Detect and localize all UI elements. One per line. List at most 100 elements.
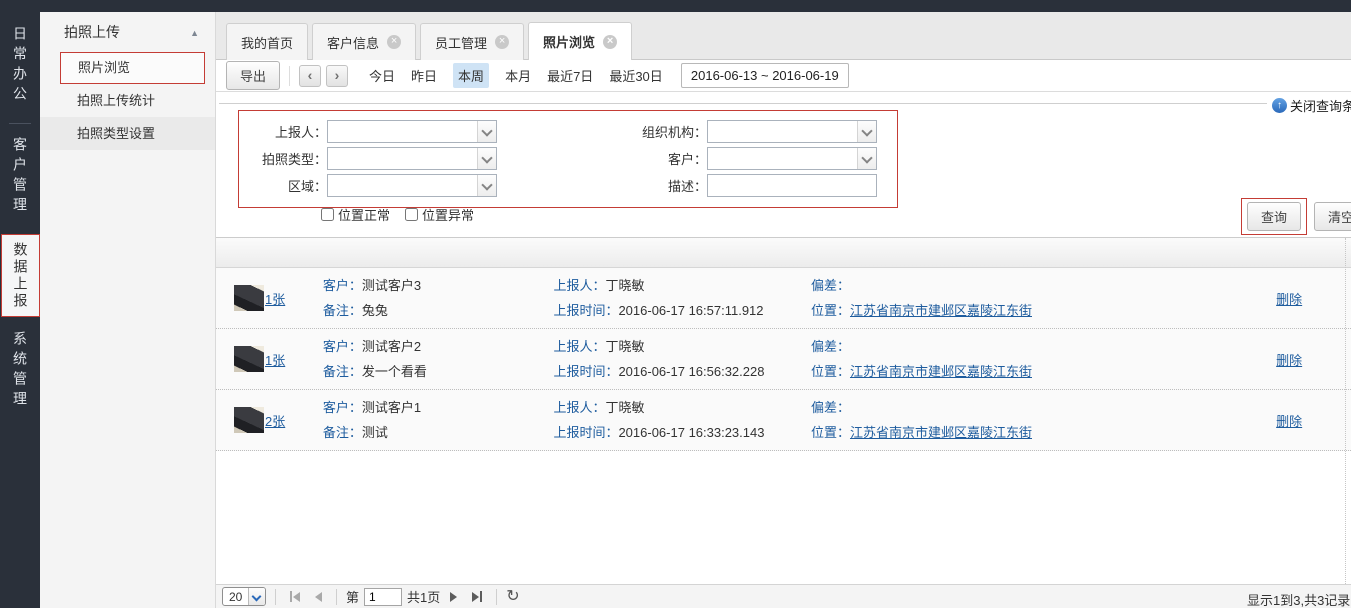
clear-button[interactable]: 清空 (1314, 202, 1351, 231)
photo-thumbnail[interactable] (234, 285, 264, 311)
customer-value: 测试客户3 (362, 278, 421, 293)
menu-group-header[interactable]: 拍照上传 ▲ (40, 12, 215, 52)
date-range-field[interactable]: 2016-06-13 ~ 2016-06-19 (681, 63, 849, 88)
chevron-down-icon[interactable] (477, 175, 496, 196)
pager-separator (336, 589, 337, 605)
search-button[interactable]: 查询 (1247, 202, 1301, 231)
tab-my-home[interactable]: 我的首页 (226, 23, 308, 60)
quick-filter-today[interactable]: 今日 (369, 66, 395, 85)
tab-employee-management[interactable]: 员工管理 × (420, 23, 524, 60)
prev-page-button[interactable] (310, 592, 327, 602)
customer-cell: 客户：测试客户1 备注：测试 (323, 395, 554, 445)
time-label: 上报时间： (553, 425, 618, 440)
tab-photo-browse[interactable]: 照片浏览 × (528, 22, 632, 60)
chevron-down-icon[interactable] (857, 148, 876, 169)
customer-label: 客户： (323, 400, 362, 415)
deviation-label: 偏差： (811, 400, 850, 415)
time-value: 2016-06-17 16:33:23.143 (618, 425, 764, 440)
next-page-button[interactable] (445, 592, 462, 602)
table-row: 1张 客户：测试客户3 备注：兔兔 上报人：丁晓敏 上报时间：2016-06-1… (216, 268, 1351, 329)
quick-filter-this-month[interactable]: 本月 (505, 66, 531, 85)
refresh-icon[interactable]: ↻ (506, 589, 519, 605)
quick-filter-last7days[interactable]: 最近7日 (547, 66, 593, 85)
time-value: 2016-06-17 16:56:32.228 (618, 364, 764, 379)
collapse-arrow-icon[interactable]: ▲ (190, 13, 199, 53)
photo-thumbnail[interactable] (234, 346, 264, 372)
query-divider-line (219, 103, 1267, 104)
time-label: 上报时间： (553, 364, 618, 379)
time-label: 上报时间： (553, 303, 618, 318)
location-link[interactable]: 江苏省南京市建邺区嘉陵江东街 (850, 303, 1032, 318)
page-prefix-label: 第 (346, 587, 359, 606)
app-window: 日常办公 客户管理 数据上报 系统管理 拍照上传 ▲ 照片浏览 拍照上传统计 拍… (0, 0, 1351, 608)
position-abnormal-option[interactable]: 位置异常 (405, 205, 474, 224)
query-form-row: 上报人： 组织机构： (239, 120, 897, 143)
pagination-bar: 20 第 共1页 ↻ 显示1到3,共3记录 (216, 584, 1351, 608)
location-link[interactable]: 江苏省南京市建邺区嘉陵江东街 (850, 364, 1032, 379)
next-range-button[interactable]: › (326, 65, 348, 87)
org-label: 组织机构： (627, 122, 707, 141)
delete-link[interactable]: 删除 (1276, 353, 1302, 368)
close-query-conditions-link[interactable]: ↑ 关闭查询条件 (1272, 96, 1351, 115)
page-size-select[interactable]: 20 (222, 587, 266, 606)
prev-range-button[interactable]: ‹ (299, 65, 321, 87)
export-button[interactable]: 导出 (226, 61, 280, 90)
page-number-input[interactable] (364, 588, 402, 606)
sidebar-item-data-report[interactable]: 数据上报 (1, 234, 40, 317)
customer-cell: 客户：测试客户3 备注：兔兔 (323, 273, 554, 323)
query-form: 上报人： 组织机构： 拍照类型： 客户： 区域： 描 (238, 110, 898, 208)
quick-filter-this-week[interactable]: 本周 (453, 63, 489, 88)
menu-item-photo-upload-stats[interactable]: 拍照上传统计 (40, 84, 215, 117)
photo-thumbnail[interactable] (234, 407, 264, 433)
reporter-label: 上报人： (553, 278, 605, 293)
photo-count-link[interactable]: 1张 (265, 350, 285, 369)
photo-count-link[interactable]: 2张 (265, 411, 285, 430)
position-normal-checkbox[interactable] (321, 208, 334, 221)
region-select[interactable] (327, 174, 497, 197)
customer-select[interactable] (707, 147, 877, 170)
close-icon[interactable]: × (603, 35, 617, 49)
description-input[interactable] (707, 174, 877, 197)
sidebar-item-system-management[interactable]: 系统管理 (0, 331, 40, 414)
sidebar-item-customer-management[interactable]: 客户管理 (0, 137, 40, 220)
menu-item-photo-type-settings[interactable]: 拍照类型设置 (40, 117, 215, 150)
reporter-cell: 上报人：丁晓敏 上报时间：2016-06-17 16:33:23.143 (553, 395, 811, 445)
tab-customer-info[interactable]: 客户信息 × (312, 23, 416, 60)
sidebar-item-daily-office[interactable]: 日常办公 (0, 26, 40, 109)
delete-link[interactable]: 删除 (1276, 414, 1302, 429)
customer-value: 测试客户2 (362, 339, 421, 354)
first-page-button[interactable] (285, 591, 305, 602)
close-icon[interactable]: × (495, 35, 509, 49)
close-icon[interactable]: × (387, 35, 401, 49)
quick-filter-yesterday[interactable]: 昨日 (411, 66, 437, 85)
chevron-down-icon[interactable] (477, 148, 496, 169)
menu-item-photo-browse[interactable]: 照片浏览 (60, 52, 205, 84)
tab-label: 员工管理 (435, 33, 487, 52)
org-select[interactable] (707, 120, 877, 143)
reporter-label: 上报人： (239, 122, 327, 141)
chevron-down-icon[interactable] (857, 121, 876, 142)
deviation-label: 偏差： (811, 339, 850, 354)
page-size-value: 20 (223, 590, 248, 604)
position-abnormal-checkbox[interactable] (405, 208, 418, 221)
quick-filter-last30days[interactable]: 最近30日 (609, 66, 662, 85)
last-page-button[interactable] (467, 591, 487, 602)
location-link[interactable]: 江苏省南京市建邺区嘉陵江东街 (850, 425, 1032, 440)
delete-cell: 删除 (1276, 289, 1351, 308)
reporter-cell: 上报人：丁晓敏 上报时间：2016-06-17 16:57:11.912 (553, 273, 811, 323)
chevron-down-icon[interactable] (477, 121, 496, 142)
toolbar-separator (289, 66, 290, 86)
photo-count-link[interactable]: 1张 (265, 289, 285, 308)
reporter-select[interactable] (327, 120, 497, 143)
reporter-cell: 上报人：丁晓敏 上报时间：2016-06-17 16:56:32.228 (553, 334, 811, 384)
photo-grid: 1张 客户：测试客户3 备注：兔兔 上报人：丁晓敏 上报时间：2016-06-1… (216, 238, 1351, 584)
position-normal-label: 位置正常 (338, 205, 390, 224)
position-normal-option[interactable]: 位置正常 (321, 205, 390, 224)
tab-label: 照片浏览 (543, 32, 595, 51)
table-row: 1张 客户：测试客户2 备注：发一个看看 上报人：丁晓敏 上报时间：2016-0… (216, 329, 1351, 390)
note-value: 兔兔 (362, 303, 388, 318)
delete-link[interactable]: 删除 (1276, 292, 1302, 307)
photo-type-select[interactable] (327, 147, 497, 170)
location-cell: 偏差： 位置：江苏省南京市建邺区嘉陵江东街 (811, 395, 1276, 445)
query-form-row: 区域： 描述： (239, 174, 897, 197)
